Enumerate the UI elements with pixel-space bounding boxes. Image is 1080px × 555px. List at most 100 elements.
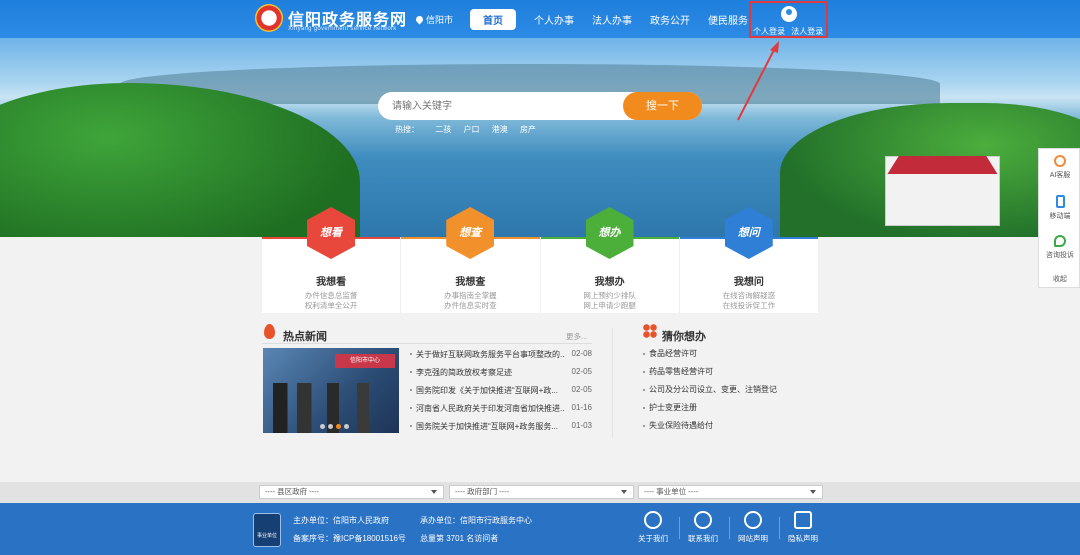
- consult-label: 咨询投诉: [1046, 252, 1074, 259]
- site-footer: 事业单位 主办单位：信阳市人民政府 承办单位：信阳市行政服务中心 备案序号：豫I…: [0, 503, 1080, 555]
- document-icon: [794, 511, 812, 529]
- card-want-to-ask[interactable]: 想问 我想问 在线咨询解疑惑 在线投诉促工作: [679, 207, 818, 313]
- news-item[interactable]: 关于做好互联网政务服务平台事项整改的... 02-08: [410, 348, 592, 366]
- city-selector[interactable]: 信阳市: [414, 13, 454, 26]
- public-institution-select[interactable]: ---- 事业单位 ----: [638, 485, 823, 499]
- nav-home[interactable]: 首页: [470, 8, 516, 30]
- news-image-caption: 信阳市中心: [335, 354, 395, 368]
- dropdown-arrow-icon: [621, 490, 627, 494]
- user-icon[interactable]: [781, 6, 797, 22]
- carousel-dot[interactable]: [320, 424, 325, 429]
- card-desc-line: 办事指南全掌握: [444, 291, 497, 300]
- news-carousel-image[interactable]: 信阳市中心: [263, 348, 399, 433]
- card-want-to-check[interactable]: 想查 我想查 办事指南全掌握 办件信息实时查: [401, 207, 541, 313]
- card-title: 我想问: [733, 277, 764, 288]
- quick-select-bar: ---- 县区政府 ---- ---- 政府部门 ---- ---- 事业单位 …: [0, 482, 1080, 503]
- mobile-phone-icon: [1055, 195, 1065, 208]
- hot-term-link[interactable]: 户口: [463, 125, 479, 134]
- mobile-button[interactable]: 移动端: [1039, 195, 1080, 221]
- collapse-button[interactable]: 收起: [1039, 274, 1080, 284]
- search-input[interactable]: [392, 92, 612, 120]
- customer-service-icon: [1054, 155, 1066, 167]
- contact-us-label: 联系我们: [688, 534, 718, 543]
- guess-item[interactable]: 公司及分公司设立、变更、注销登记: [643, 384, 823, 402]
- site-logo-icon[interactable]: [255, 4, 283, 32]
- news-item-date: 02-05: [571, 385, 592, 394]
- service-cards: 想看 我想看 办件信息总监督 权利清单全公开 想查 我想查 办事指南全掌握 办件信息…: [262, 207, 818, 313]
- consult-complaint-button[interactable]: 咨询投诉: [1039, 235, 1080, 260]
- card-desc-line: 在线咨询解疑惑: [722, 291, 776, 300]
- search-button[interactable]: 搜一下: [623, 92, 702, 120]
- people-icon: [644, 511, 662, 529]
- nav-government-affairs[interactable]: 政务公开: [650, 12, 690, 27]
- site-statement-link[interactable]: 网站声明: [731, 511, 775, 544]
- guess-item[interactable]: 食品经营许可: [643, 348, 823, 366]
- card-want-to-see[interactable]: 想看 我想看 办件信息总监督 权利清单全公开: [262, 207, 402, 313]
- footer-separator: [779, 517, 780, 539]
- guess-item[interactable]: 护士变更注册: [643, 402, 823, 420]
- card-desc-line: 办件信息实时查: [444, 301, 497, 310]
- carousel-dot-active[interactable]: [336, 424, 341, 429]
- government-department-select[interactable]: ---- 政府部门 ----: [449, 485, 634, 499]
- guess-item[interactable]: 失业保险待遇给付: [643, 420, 823, 438]
- nav-convenience-services[interactable]: 便民服务: [708, 12, 748, 27]
- news-item-title: 国务院关于加快推进“互联网+政务服务...: [416, 422, 559, 431]
- card-desc-line: 权利清单全公开: [304, 301, 358, 310]
- news-item-date: 02-08: [571, 349, 592, 358]
- main-nav: 首页 个人办事 法人办事 政务公开 便民服务: [470, 8, 766, 30]
- about-us-label: 关于我们: [638, 534, 668, 543]
- icp-record[interactable]: 备案序号：豫ICP备18001516号: [293, 533, 406, 544]
- site-statement-label: 网站声明: [738, 534, 768, 543]
- card-desc-line: 网上预约少排队: [583, 291, 636, 300]
- news-item-date: 01-16: [571, 403, 592, 412]
- news-more-link[interactable]: 更多...: [566, 331, 587, 342]
- news-divider: [262, 343, 592, 344]
- select-value: ---- 县区政府 ----: [265, 487, 320, 496]
- public-institution-badge-icon[interactable]: 事业单位: [253, 513, 281, 547]
- card-title: 我想查: [455, 277, 486, 288]
- footer-separator: [729, 517, 730, 539]
- hot-term-link[interactable]: 二孩: [435, 125, 451, 134]
- contact-us-link[interactable]: 联系我们: [681, 511, 725, 544]
- site-subtitle: Xinyang government service network: [288, 26, 397, 32]
- news-item[interactable]: 李克强的简政放权考察足迹 02-05: [410, 366, 592, 384]
- card-desc-line: 网上申请少跑腿: [583, 301, 636, 310]
- card-description: 在线咨询解疑惑 在线投诉促工作: [680, 291, 818, 311]
- news-item-date: 01-03: [571, 421, 592, 430]
- hot-term-link[interactable]: 房产: [520, 125, 536, 134]
- ai-service-label: AI客服: [1049, 172, 1071, 179]
- dropdown-arrow-icon: [431, 490, 437, 494]
- card-description: 办事指南全掌握 办件信息实时查: [401, 291, 539, 311]
- banner-forest-left: [0, 83, 360, 237]
- county-government-select[interactable]: ---- 县区政府 ----: [259, 485, 444, 499]
- search-bar: 搜一下: [378, 92, 702, 120]
- news-item[interactable]: 河南省人民政府关于印发河南省加快推进... 01-16: [410, 402, 592, 420]
- guess-item[interactable]: 药品零售经营许可: [643, 366, 823, 384]
- ai-service-button[interactable]: AI客服: [1039, 155, 1080, 180]
- privacy-statement-link[interactable]: 隐私声明: [781, 511, 825, 544]
- personal-login-link[interactable]: 个人登录: [753, 27, 785, 36]
- privacy-statement-label: 隐私声明: [788, 534, 818, 543]
- about-us-link[interactable]: 关于我们: [631, 511, 675, 544]
- carousel-dot[interactable]: [344, 424, 349, 429]
- news-item[interactable]: 国务院印发《关于加快推进“互联网+政... 02-05: [410, 384, 592, 402]
- carousel-dot[interactable]: [328, 424, 333, 429]
- city-label: 信阳市: [426, 15, 454, 25]
- chat-icon: [1054, 235, 1066, 247]
- card-want-to-do[interactable]: 想办 我想办 网上预约少排队 网上申请少跑腿: [540, 207, 680, 313]
- visit-counter: 总量第 3701 名访问者: [420, 534, 499, 543]
- location-pin-icon: [414, 14, 425, 25]
- headset-icon: [694, 511, 712, 529]
- guess-list: 食品经营许可 药品零售经营许可 公司及分公司设立、变更、注销登记 护士变更注册 …: [643, 348, 823, 438]
- corporate-login-link[interactable]: 法人登录: [791, 27, 823, 36]
- hot-term-link[interactable]: 港澳: [492, 125, 508, 134]
- host-unit: 主办单位：信阳市人民政府: [293, 516, 389, 525]
- news-item-title: 李克强的简政放权考察足迹: [416, 368, 512, 377]
- nav-corporate-services[interactable]: 法人办事: [592, 12, 632, 27]
- news-item[interactable]: 国务院关于加快推进“互联网+政务服务... 01-03: [410, 420, 592, 438]
- guess-section-title: 猜你想办: [662, 331, 706, 343]
- nav-personal-services[interactable]: 个人办事: [534, 12, 574, 27]
- info-icon: [744, 511, 762, 529]
- undertake-unit: 承办单位：信阳市行政服务中心: [420, 516, 532, 525]
- carousel-dots: [320, 424, 349, 429]
